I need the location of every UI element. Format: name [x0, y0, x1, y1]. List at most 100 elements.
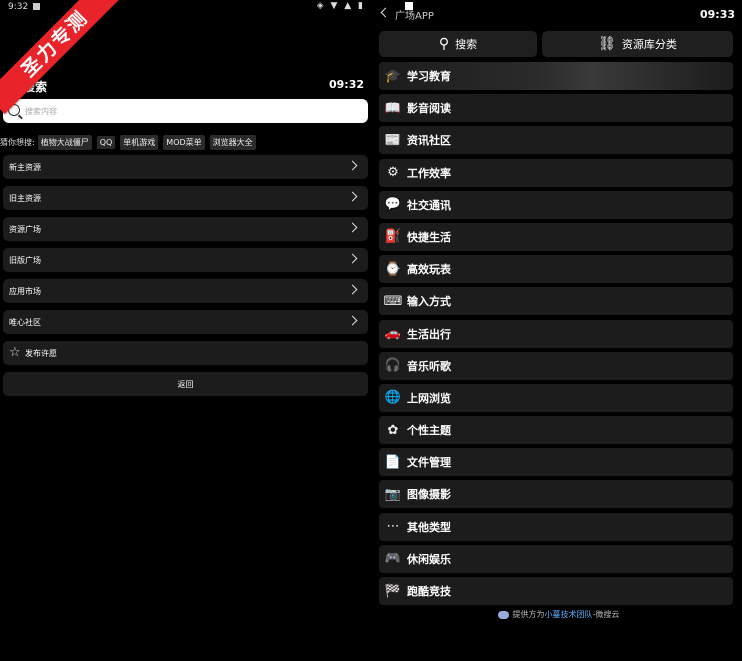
- keyboard-icon: ⌨: [383, 293, 403, 309]
- chevron-right-icon: [347, 253, 358, 264]
- category-list: 🎓 学习教育 📖 影音阅读 📰 资讯社区 ⚙ 工作效率 💬 社交通讯 ⛽ 快捷生…: [379, 62, 733, 609]
- camera-icon: 📷: [384, 486, 402, 502]
- category-label: 图像摄影: [407, 488, 451, 502]
- category-item[interactable]: 📄 文件管理: [379, 448, 733, 477]
- category-label: 学习教育: [407, 70, 451, 83]
- book-icon: 📖: [384, 100, 402, 116]
- category-label: 其他类型: [407, 520, 451, 534]
- category-item[interactable]: ⛽ 快捷生活: [379, 222, 733, 251]
- checkered-flag-icon: 🏁: [384, 583, 402, 599]
- file-icon: 📄: [384, 454, 402, 470]
- flower-icon: ✿: [387, 422, 399, 438]
- top-bar: 广场APP 09:33: [375, 0, 742, 30]
- category-label: 资讯社区: [407, 134, 451, 148]
- search-icon: ⚲: [438, 36, 450, 52]
- watch-icon: ⌚: [384, 261, 402, 277]
- category-label: 个性主题: [407, 424, 451, 438]
- category-label: 高效玩表: [407, 263, 451, 277]
- header-time: 09:33: [699, 8, 735, 21]
- category-item[interactable]: ✿ 个性主题: [379, 416, 733, 445]
- hot-tag[interactable]: QQ: [96, 135, 116, 149]
- notification-icon: [33, 3, 40, 10]
- graduation-cap-icon: 🎓: [384, 68, 402, 84]
- source-item-plaza[interactable]: 资源广场: [3, 217, 368, 241]
- category-label: 影音阅读: [407, 102, 451, 116]
- chat-icon: 💬: [384, 197, 402, 213]
- category-item[interactable]: ⌚ 高效玩表: [379, 255, 733, 284]
- search-button[interactable]: ⚲ 搜索: [379, 31, 537, 57]
- category-item[interactable]: 🚗 生活出行: [379, 319, 733, 348]
- car-icon: 🚗: [384, 326, 402, 341]
- search-bar[interactable]: [3, 99, 368, 123]
- source-list: 新主资源 旧主资源 资源广场 旧版广场 应用市场 唯心社区 ☆ 发布许愿 返回: [3, 155, 368, 403]
- chevron-right-icon: [347, 315, 358, 326]
- hot-tag[interactable]: 单机游戏: [120, 134, 159, 150]
- category-label: 快捷生活: [407, 230, 451, 244]
- source-item-new[interactable]: 新主资源: [3, 155, 368, 179]
- category-label: 上网浏览: [407, 391, 451, 405]
- source-item-label: 资源广场: [9, 225, 41, 234]
- header-time: 09:32: [328, 78, 364, 91]
- category-button[interactable]: ⛓ 资源库分类: [542, 31, 733, 57]
- category-item[interactable]: 💬 社交通讯: [379, 190, 733, 219]
- source-item-app-market[interactable]: 应用市场: [3, 279, 368, 303]
- hot-tag[interactable]: 浏览器大全: [209, 134, 256, 150]
- source-item-label: 新主资源: [9, 163, 41, 172]
- category-item[interactable]: 📷 图像摄影: [379, 480, 733, 509]
- category-item[interactable]: 🎮 休闲娱乐: [379, 544, 733, 573]
- notification-icon: [405, 2, 413, 10]
- headphones-icon: 🎧: [384, 358, 402, 374]
- category-item[interactable]: 📖 影音阅读: [379, 94, 733, 123]
- hot-label: 猜你想搜:: [0, 137, 35, 147]
- publish-wish-button[interactable]: ☆ 发布许愿: [3, 341, 368, 365]
- search-screen: 9:32 ◈ ▼ ▲ ▮ 圣力专测 搜索 09:32 猜你想搜: 植物大战僵尸 …: [0, 0, 371, 661]
- chevron-right-icon: [347, 191, 358, 202]
- status-bar: 9:32 ◈ ▼ ▲ ▮: [0, 0, 371, 14]
- footer-suffix: -微搜云: [592, 610, 620, 619]
- hot-searches: 猜你想搜: 植物大战僵尸 QQ 单机游戏 MOD菜单 浏览器大全: [0, 134, 261, 150]
- chevron-right-icon: [347, 284, 358, 295]
- search-button-label: 搜索: [455, 38, 478, 51]
- category-label: 工作效率: [407, 166, 451, 180]
- star-icon: ☆: [9, 345, 21, 360]
- hot-tag[interactable]: 植物大战僵尸: [37, 134, 92, 150]
- gamepad-icon: 🎮: [384, 551, 402, 567]
- category-screen: 广场APP 09:33 ⚲ 搜索 ⛓ 资源库分类 🎓 学习教育 📖 影音阅读 📰…: [375, 0, 742, 661]
- more-icon: ⋯: [386, 519, 400, 535]
- source-item-label: 旧版广场: [9, 256, 41, 265]
- link-icon: ⛓: [598, 36, 616, 52]
- source-item-label: 唯心社区: [9, 318, 41, 327]
- category-item[interactable]: ⚙ 工作效率: [379, 158, 733, 187]
- footer-team-link[interactable]: 小蔓技术团队: [545, 610, 593, 619]
- category-label: 音乐听歌: [407, 359, 451, 373]
- source-item-community[interactable]: 唯心社区: [3, 310, 368, 334]
- category-item[interactable]: 📰 资讯社区: [379, 126, 733, 155]
- category-item[interactable]: 🎓 学习教育: [379, 62, 733, 90]
- category-label: 文件管理: [407, 456, 451, 470]
- category-label: 社交通讯: [407, 198, 451, 212]
- news-icon: 📰: [384, 132, 402, 148]
- globe-icon: 🌐: [384, 390, 402, 406]
- source-item-old-plaza[interactable]: 旧版广场: [3, 248, 368, 272]
- category-label: 生活出行: [407, 327, 451, 341]
- hot-tag[interactable]: MOD菜单: [163, 134, 205, 150]
- back-label: 返回: [177, 380, 194, 389]
- search-input[interactable]: [25, 102, 355, 120]
- category-item[interactable]: 🌐 上网浏览: [379, 383, 733, 412]
- category-item[interactable]: ⌨ 输入方式: [379, 287, 733, 316]
- status-icons: ◈ ▼ ▲ ▮: [316, 1, 365, 11]
- category-item[interactable]: ⋯ 其他类型: [379, 512, 733, 541]
- category-item[interactable]: 🎧 音乐听歌: [379, 351, 733, 380]
- back-arrow-icon[interactable]: [380, 7, 391, 18]
- source-item-old[interactable]: 旧主资源: [3, 186, 368, 210]
- cloud-icon: [497, 610, 509, 619]
- back-button[interactable]: 返回: [3, 372, 368, 396]
- footer-prefix: 提供方为: [512, 610, 545, 619]
- status-time: 9:32: [8, 2, 29, 12]
- app-title: 广场APP: [395, 11, 434, 22]
- gear-icon: ⚙: [387, 165, 399, 181]
- category-label: 输入方式: [407, 295, 451, 309]
- category-item[interactable]: 🏁 跑酷竞技: [379, 577, 733, 605]
- source-item-label: 应用市场: [9, 287, 41, 296]
- source-item-label: 旧主资源: [9, 194, 41, 203]
